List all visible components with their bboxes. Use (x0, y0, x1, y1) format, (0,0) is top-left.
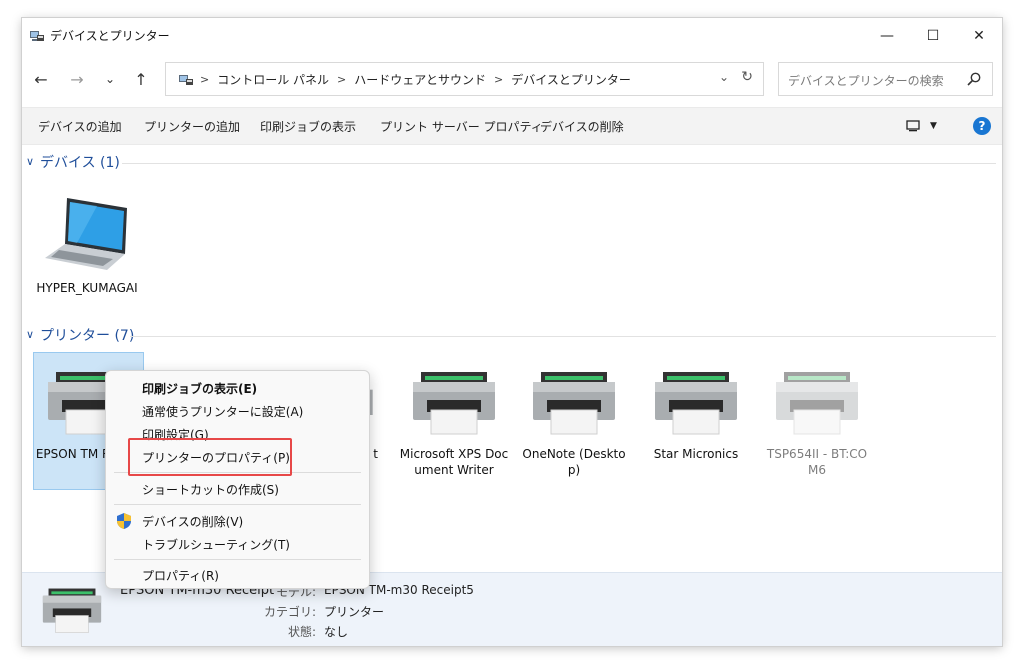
printer-label: OneNote (Desktop) (522, 447, 626, 477)
view-options-button[interactable]: ▼ (906, 117, 946, 135)
devices-printers-window: デバイスとプリンター — ☐ ✕ ← → ⌄ ↑ > コントロール パネル > … (22, 18, 1002, 646)
menu-separator (114, 559, 361, 560)
printer-icon (42, 588, 102, 633)
add-printer-button[interactable]: プリンターの追加 (144, 118, 240, 135)
menu-item-set-default[interactable]: 通常使うプリンターに設定(A) (142, 403, 303, 420)
printer-label: TSP654II - BT:COM6 (766, 447, 868, 477)
search-box[interactable]: デバイスとプリンターの検索 (778, 62, 993, 96)
view-icon (906, 120, 920, 132)
printer-icon (655, 372, 737, 435)
chevron-down-icon: ∨ (26, 155, 35, 168)
device-item[interactable]: HYPER_KUMAGAI (32, 194, 142, 296)
printer-item-xps[interactable]: Microsoft XPS Document Writer (399, 370, 509, 478)
menu-separator (114, 504, 361, 505)
breadcrumb-separator: > (337, 73, 347, 86)
printers-section-header[interactable]: ∨ プリンター (7) (22, 325, 1002, 347)
annotation-highlight-box (128, 438, 292, 476)
chevron-down-icon: ∨ (26, 328, 35, 341)
forward-button[interactable]: → (66, 68, 88, 90)
view-print-jobs-button[interactable]: 印刷ジョブの表示 (260, 118, 356, 135)
help-icon[interactable]: ? (973, 117, 991, 135)
up-button[interactable]: ↑ (130, 68, 152, 90)
address-bar[interactable]: > コントロール パネル > ハードウェアとサウンド > デバイスとプリンター … (165, 62, 764, 96)
details-status-value: なし (324, 625, 349, 639)
laptop-icon (45, 198, 127, 270)
breadcrumb-separator: > (200, 73, 210, 86)
menu-item-create-shortcut[interactable]: ショートカットの作成(S) (142, 481, 279, 498)
divider (130, 336, 996, 337)
close-button[interactable]: ✕ (956, 22, 1002, 50)
search-input[interactable]: デバイスとプリンターの検索 (788, 72, 944, 89)
details-category-value: プリンター (324, 605, 385, 619)
add-device-button[interactable]: デバイスの追加 (38, 118, 122, 135)
printer-label: Microsoft XPS Document Writer (399, 447, 509, 477)
breadcrumb-separator: > (494, 73, 504, 86)
device-label: HYPER_KUMAGAI (36, 281, 138, 295)
breadcrumb-control-panel[interactable]: コントロール パネル (217, 71, 329, 88)
chevron-down-icon: ▼ (930, 121, 937, 131)
window-title: デバイスとプリンター (50, 29, 170, 43)
minimize-button[interactable]: — (864, 22, 910, 50)
maximize-button[interactable]: ☐ (910, 22, 956, 50)
devices-section-label: デバイス (1) (40, 155, 120, 171)
recent-locations-button[interactable]: ⌄ (99, 68, 121, 90)
devices-printers-icon (30, 31, 44, 41)
refresh-icon[interactable]: ↻ (741, 69, 753, 85)
printer-label: Star Micronics (653, 447, 739, 461)
title-bar: デバイスとプリンター — ☐ ✕ (22, 18, 1002, 54)
context-menu: 印刷ジョブの表示(E) 通常使うプリンターに設定(A) 印刷設定(G) プリンタ… (105, 370, 370, 589)
address-row: ← → ⌄ ↑ > コントロール パネル > ハードウェアとサウンド > デバイ… (22, 60, 1002, 100)
printers-section-label: プリンター (7) (40, 328, 135, 344)
divider (122, 163, 996, 164)
menu-item-remove-device[interactable]: デバイスの削除(V) (142, 513, 243, 530)
shield-icon (117, 513, 131, 529)
back-button[interactable]: ← (30, 68, 52, 90)
printer-item-star[interactable]: Star Micronics (641, 370, 751, 462)
devices-section-header[interactable]: ∨ デバイス (1) (22, 152, 1002, 174)
menu-item-troubleshoot[interactable]: トラブルシューティング(T) (142, 536, 290, 553)
breadcrumb: > コントロール パネル > ハードウェアとサウンド > デバイスとプリンター (178, 71, 631, 88)
printer-item-onenote[interactable]: OneNote (Desktop) (519, 370, 629, 478)
printer-icon (776, 372, 858, 435)
control-panel-icon (179, 74, 193, 85)
printer-icon (533, 372, 615, 435)
print-server-properties-button[interactable]: プリント サーバー プロパティ (380, 118, 543, 135)
menu-item-view-print-jobs[interactable]: 印刷ジョブの表示(E) (142, 380, 257, 397)
menu-item-properties[interactable]: プロパティ(R) (142, 567, 219, 584)
breadcrumb-hardware-sound[interactable]: ハードウェアとサウンド (354, 71, 486, 88)
remove-device-button[interactable]: デバイスの削除 (540, 118, 624, 135)
details-status-label: 状態: (287, 625, 316, 639)
printer-item-tsp[interactable]: TSP654II - BT:COM6 (762, 370, 872, 478)
search-icon[interactable] (966, 71, 982, 87)
printer-icon (413, 372, 495, 435)
command-bar: デバイスの追加 プリンターの追加 印刷ジョブの表示 プリント サーバー プロパテ… (22, 107, 1002, 145)
details-category-label: カテゴリ: (263, 605, 316, 619)
address-dropdown-icon[interactable]: ⌄ (719, 70, 729, 84)
breadcrumb-devices-printers[interactable]: デバイスとプリンター (511, 71, 631, 88)
